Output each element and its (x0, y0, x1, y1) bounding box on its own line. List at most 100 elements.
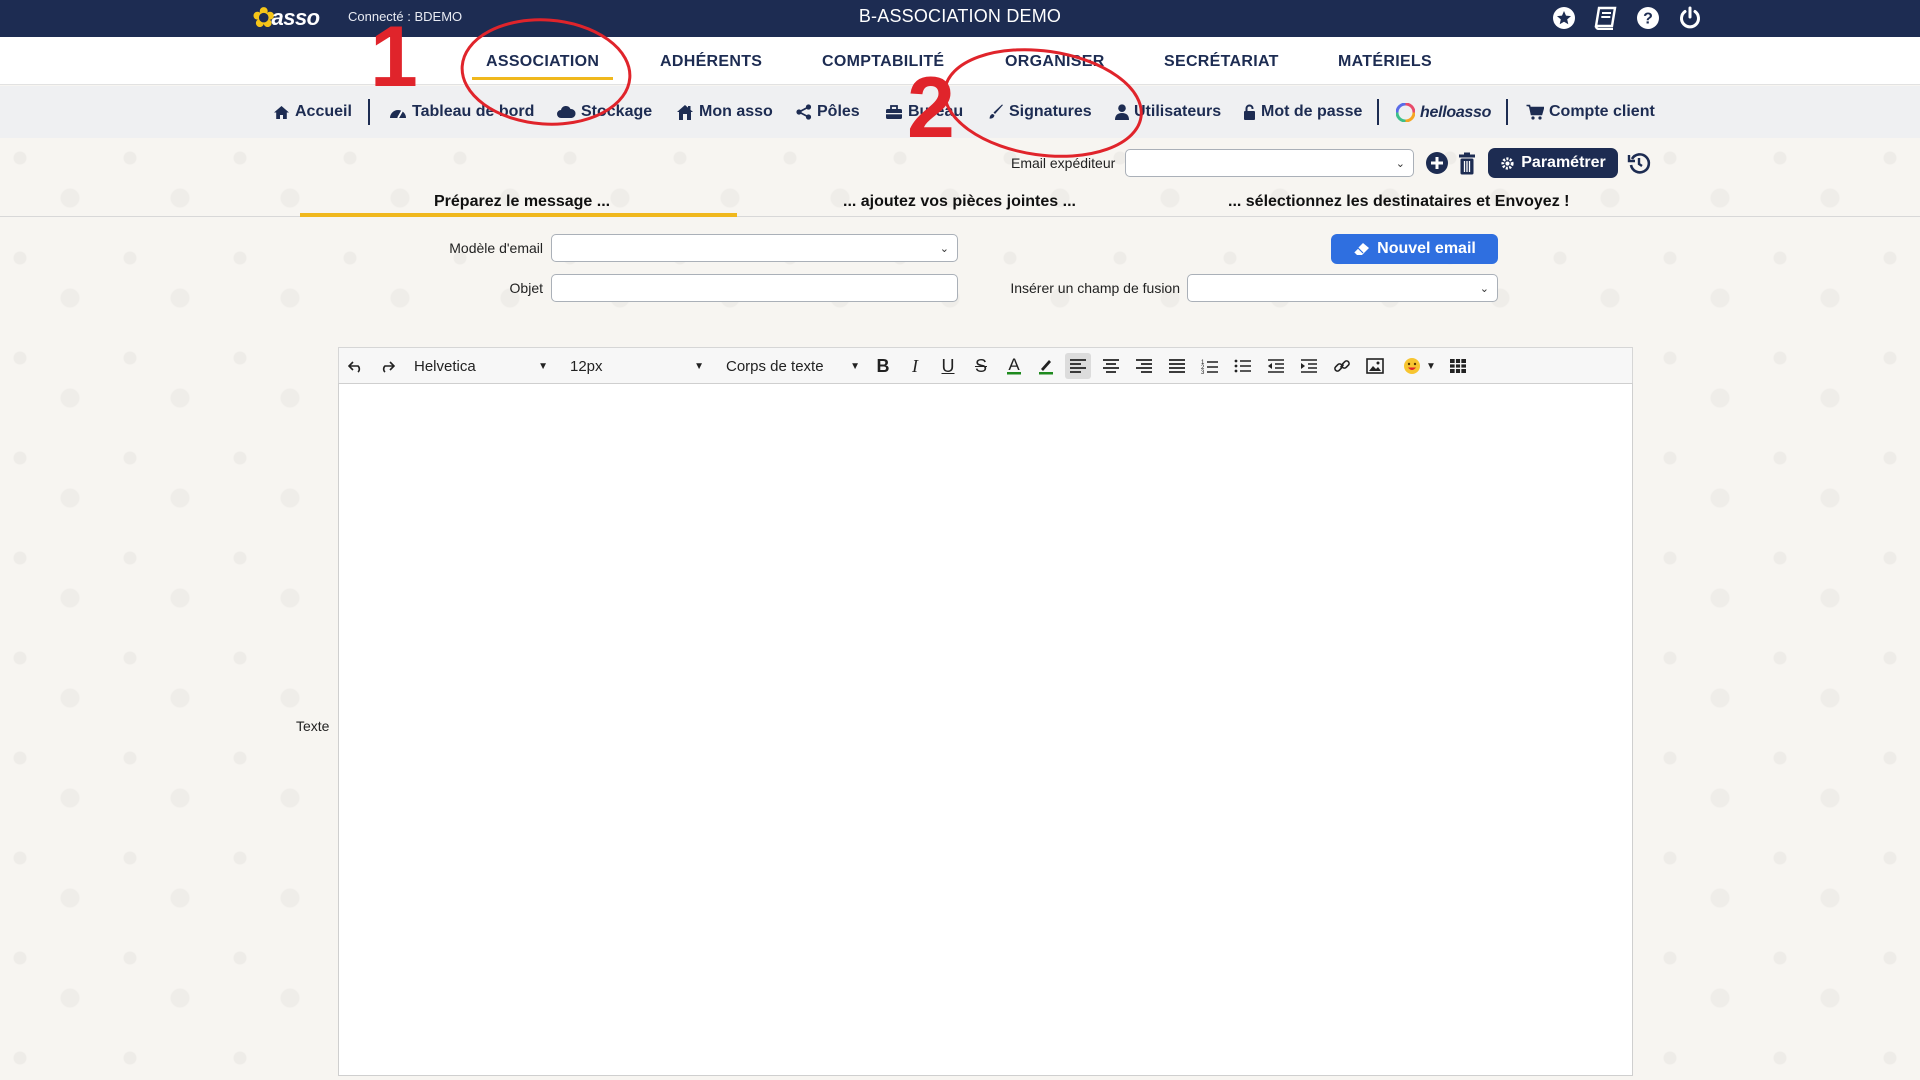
submenu-label: Pôles (817, 103, 860, 120)
top-bar: ✿ asso Connecté : BDEMO B-ASSOCIATION DE… (0, 0, 1920, 37)
briefcase-icon (886, 104, 902, 119)
email-body-editor[interactable] (338, 383, 1633, 1076)
submenu-item-mot-de-passe[interactable]: Mot de passe (1243, 103, 1362, 121)
eraser-icon (1353, 243, 1370, 255)
caret-down-icon: ▼ (850, 360, 860, 372)
menu-item-comptabilite[interactable]: COMPTABILITÉ (822, 53, 944, 71)
dashboard-icon (390, 109, 406, 118)
logo-text: asso (271, 5, 320, 30)
steps-divider (0, 216, 1920, 217)
image-icon[interactable] (1364, 356, 1386, 376)
steps-active-indicator (300, 213, 737, 217)
merge-field-label: Insérer un champ de fusion (1010, 280, 1180, 296)
emoji-caret-down-icon[interactable]: ▼ (1425, 356, 1437, 376)
submenu-label: Stockage (581, 103, 653, 120)
align-right-icon[interactable] (1133, 356, 1155, 376)
submenu-item-tableau-de-bord[interactable]: Tableau de bord (389, 103, 534, 121)
submenu-label: helloasso (1420, 103, 1492, 121)
trash-icon[interactable] (1456, 151, 1478, 175)
submenu-label: Mon asso (699, 103, 773, 120)
chevron-down-icon: ⌄ (1479, 282, 1489, 295)
redo-icon[interactable] (378, 356, 396, 376)
submenu-label: Utilisateurs (1134, 103, 1222, 120)
add-sender-icon[interactable] (1425, 151, 1449, 175)
step-recipients-send[interactable]: ... sélectionnez les destinataires et En… (1228, 193, 1569, 211)
link-icon[interactable] (1331, 356, 1353, 376)
house-icon (677, 104, 693, 120)
submenu-item-accueil[interactable]: Accueil (273, 103, 352, 121)
sender-select[interactable]: ⌄ (1125, 149, 1414, 177)
brush-icon (989, 104, 1003, 119)
indent-icon[interactable] (1298, 356, 1320, 376)
star-icon[interactable] (1550, 4, 1578, 32)
step-prepare-message[interactable]: Préparez le message ... (434, 193, 610, 211)
help-icon[interactable]: ? (1634, 4, 1662, 32)
menu-item-association[interactable]: ASSOCIATION (471, 53, 614, 80)
italic-icon[interactable]: I (904, 356, 926, 376)
submenu-item-signatures[interactable]: Signatures (988, 103, 1092, 121)
submenu-label: Mot de passe (1261, 103, 1363, 120)
align-left-icon[interactable] (1065, 353, 1091, 379)
emoji-icon[interactable] (1401, 356, 1423, 376)
justify-icon[interactable] (1166, 356, 1188, 376)
menu-item-secretariat[interactable]: SECRÉTARIAT (1164, 53, 1279, 71)
new-email-button[interactable]: Nouvel email (1331, 234, 1498, 264)
chevron-down-icon: ⌄ (939, 242, 949, 255)
step-attachments[interactable]: ... ajoutez vos pièces jointes ... (843, 193, 1076, 211)
font-size-dropdown[interactable]: 12px ▼ (570, 356, 704, 376)
submenu-item-mon-asso[interactable]: Mon asso (676, 103, 773, 121)
submenu-item-utilisateurs[interactable]: Utilisateurs (1115, 103, 1221, 121)
undo-icon[interactable] (347, 356, 365, 376)
connected-user: Connecté : BDEMO (348, 9, 463, 24)
strikethrough-icon[interactable]: S (970, 356, 992, 376)
sender-label: Email expéditeur (1011, 155, 1116, 171)
bullet-list-icon[interactable] (1232, 356, 1254, 376)
power-icon[interactable] (1676, 4, 1704, 32)
bold-icon[interactable]: B (872, 356, 894, 376)
caret-down-icon: ▼ (694, 360, 704, 372)
submenu-item-compte-client[interactable]: Compte client (1526, 103, 1655, 121)
gear-icon (1501, 156, 1514, 170)
text-label: Texte (296, 718, 330, 734)
text-color-icon[interactable]: A (1003, 356, 1025, 376)
align-center-icon[interactable] (1100, 356, 1122, 376)
main-menu: ASSOCIATION ADHÉRENTS COMPTABILITÉ ORGAN… (0, 37, 1920, 85)
history-icon[interactable] (1626, 150, 1652, 176)
menu-item-organiser[interactable]: ORGANISER (1005, 53, 1105, 71)
parametrer-button[interactable]: Paramétrer (1488, 148, 1618, 178)
submenu-separator (1377, 99, 1379, 125)
book-icon[interactable] (1592, 4, 1620, 32)
submenu-label: Accueil (295, 103, 352, 120)
subject-input[interactable] (551, 274, 958, 302)
top-icons: ? (1550, 4, 1704, 32)
submenu-label: Compte client (1549, 103, 1655, 120)
underline-icon[interactable]: U (937, 356, 959, 376)
menu-item-materiels[interactable]: MATÉRIELS (1338, 53, 1432, 71)
block-format-dropdown[interactable]: Corps de texte ▼ (726, 356, 860, 376)
caret-down-icon: ▼ (538, 360, 548, 372)
template-label: Modèle d'email (449, 240, 543, 256)
svg-text:3: 3 (1201, 370, 1205, 374)
share-icon (796, 104, 812, 120)
sub-menu: Accueil Tableau de bord Stockage Mon ass… (0, 86, 1920, 138)
numbered-list-icon[interactable]: 123 (1199, 356, 1221, 376)
user-icon (1115, 104, 1129, 120)
font-family-dropdown[interactable]: Helvetica ▼ (414, 356, 548, 376)
logo[interactable]: ✿ asso (252, 2, 320, 34)
table-icon[interactable] (1447, 356, 1469, 376)
submenu-item-helloasso[interactable]: helloasso (1396, 103, 1491, 122)
menu-item-adherents[interactable]: ADHÉRENTS (660, 53, 762, 71)
chevron-down-icon: ⌄ (1395, 157, 1405, 170)
submenu-item-bureau[interactable]: Bureau (885, 103, 963, 121)
submenu-separator (368, 99, 370, 125)
submenu-item-poles[interactable]: Pôles (796, 103, 860, 121)
merge-field-select[interactable]: ⌄ (1187, 274, 1498, 302)
highlight-icon[interactable] (1035, 356, 1057, 376)
lock-icon (1244, 104, 1255, 120)
submenu-label: Bureau (908, 103, 964, 120)
svg-text:?: ? (1643, 11, 1653, 28)
outdent-icon[interactable] (1265, 356, 1287, 376)
submenu-item-stockage[interactable]: Stockage (556, 103, 652, 121)
submenu-label: Tableau de bord (412, 103, 535, 120)
template-select[interactable]: ⌄ (551, 234, 958, 262)
